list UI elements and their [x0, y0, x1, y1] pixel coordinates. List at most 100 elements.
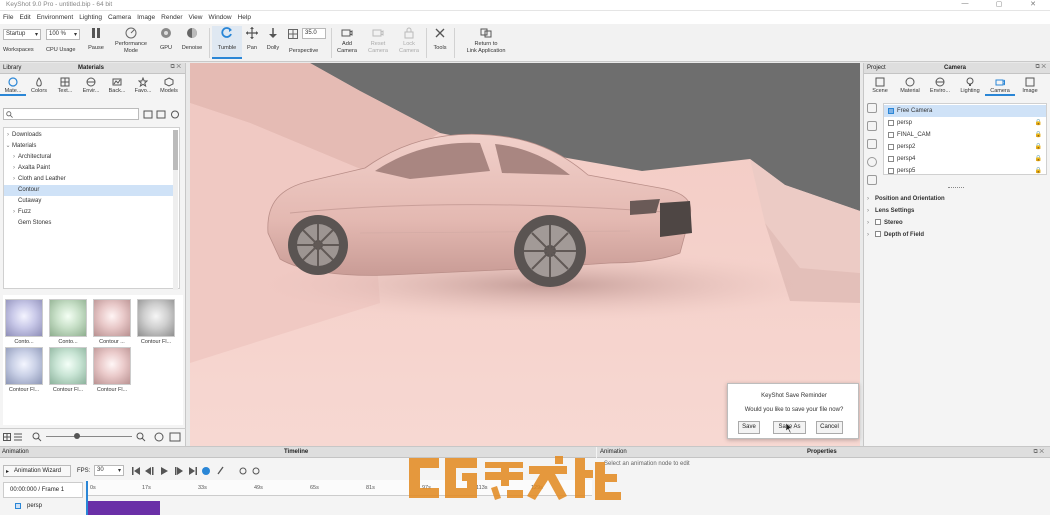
- menu-camera[interactable]: Camera: [108, 14, 131, 21]
- lock-icon[interactable]: 🔒: [1035, 165, 1042, 177]
- denoise-button[interactable]: Denoise: [178, 27, 206, 52]
- animation-track-bar[interactable]: [87, 501, 160, 515]
- tab-lighting[interactable]: Lighting: [955, 77, 985, 94]
- maximize-icon[interactable]: ▢: [992, 0, 1006, 8]
- lock-icon[interactable]: 🔒: [1035, 117, 1042, 129]
- library-tools-icon[interactable]: [154, 432, 182, 442]
- timeline-playhead[interactable]: [86, 481, 88, 515]
- menu-render[interactable]: Render: [161, 14, 182, 21]
- thumbnail-size-slider[interactable]: [46, 436, 132, 437]
- camera-delete-icon[interactable]: [867, 139, 877, 149]
- tab-backplates[interactable]: Back...: [104, 77, 130, 94]
- return-to-link-application-button[interactable]: Return to Link Application: [458, 27, 514, 54]
- camera-checkbox[interactable]: [888, 156, 894, 162]
- panel-float-close-icon[interactable]: ⧉ ✕: [1033, 447, 1044, 458]
- tree-item-downloads[interactable]: › Downloads: [4, 130, 178, 141]
- panel-float-close-icon[interactable]: ⧉ ✕: [170, 64, 181, 71]
- lock-icon[interactable]: 🔒: [1035, 153, 1042, 165]
- camera-duplicate-icon[interactable]: [867, 121, 877, 131]
- material-thumbnail[interactable]: [93, 347, 131, 385]
- zoom-out-icon[interactable]: [32, 432, 42, 442]
- cpu-usage-select[interactable]: 100 % ▾: [46, 29, 80, 40]
- tab-camera[interactable]: Camera: [985, 77, 1015, 96]
- material-thumbnail[interactable]: [5, 299, 43, 337]
- camera-item[interactable]: Free Camera: [884, 105, 1046, 117]
- panel-float-close-icon[interactable]: ⧉ ✕: [1035, 64, 1046, 71]
- tree-item-architectural[interactable]: › Architectural: [4, 152, 178, 163]
- lock-icon[interactable]: 🔒: [1035, 141, 1042, 153]
- camera-checkbox[interactable]: [888, 108, 894, 114]
- tab-models[interactable]: Models: [156, 77, 182, 94]
- tree-item-cloth-and-leather[interactable]: › Cloth and Leather: [4, 174, 178, 185]
- section-position-and-orientation[interactable]: › Position and Orientation: [867, 194, 945, 205]
- menu-file[interactable]: File: [3, 14, 13, 21]
- camera-item[interactable]: persp2 🔒: [884, 141, 1046, 153]
- dolly-button[interactable]: Dolly: [263, 27, 283, 52]
- camera-orbit-icon[interactable]: [867, 157, 877, 167]
- material-thumbnail[interactable]: [137, 299, 175, 337]
- section-stereo[interactable]: › Stereo: [867, 218, 903, 229]
- tab-favorites[interactable]: Favo...: [130, 77, 156, 94]
- add-camera-button[interactable]: Add Camera: [333, 27, 361, 54]
- pan-button[interactable]: Pan: [244, 27, 260, 52]
- splitter-handle[interactable]: [948, 187, 964, 190]
- tree-scrollbar[interactable]: [173, 130, 178, 290]
- tab-materials[interactable]: Mate...: [0, 77, 26, 96]
- animation-track-row[interactable]: persp: [3, 500, 83, 515]
- material-thumbnail[interactable]: [5, 347, 43, 385]
- section-lens-settings[interactable]: › Lens Settings: [867, 206, 914, 217]
- slider-handle[interactable]: [74, 433, 80, 439]
- performance-mode-button[interactable]: Performance Mode: [110, 27, 152, 54]
- material-thumbnail[interactable]: [93, 299, 131, 337]
- tools-button[interactable]: Tools: [429, 27, 451, 52]
- tree-item-axalta-paint[interactable]: › Axalta Paint: [4, 163, 178, 174]
- menu-help[interactable]: Help: [238, 14, 251, 21]
- material-thumbnail[interactable]: [49, 299, 87, 337]
- tree-item-fuzz[interactable]: › Fuzz: [4, 207, 178, 218]
- minimize-icon[interactable]: —: [958, 0, 972, 7]
- cancel-button[interactable]: Cancel: [816, 421, 843, 434]
- camera-checkbox[interactable]: [888, 120, 894, 126]
- menu-lighting[interactable]: Lighting: [79, 14, 102, 21]
- library-view-options-icon[interactable]: [143, 110, 181, 119]
- animation-wizard-button[interactable]: ▸ Animation Wizard: [3, 465, 71, 477]
- reset-camera-button[interactable]: Reset Camera: [364, 27, 392, 54]
- tab-colors[interactable]: Colors: [26, 77, 52, 94]
- tab-environments[interactable]: Envir...: [78, 77, 104, 94]
- grid-view-icon[interactable]: [3, 433, 23, 441]
- section-depth-of-field[interactable]: › Depth of Field: [867, 230, 924, 241]
- tab-material[interactable]: Material: [895, 77, 925, 94]
- fps-select[interactable]: 30 ▾: [94, 465, 124, 476]
- workspace-select[interactable]: Startup ▾: [3, 29, 41, 40]
- camera-checkbox[interactable]: [888, 144, 894, 150]
- tree-item-gem-stones[interactable]: Gem Stones: [4, 218, 178, 229]
- camera-save-icon[interactable]: [867, 175, 877, 185]
- material-thumbnail[interactable]: [49, 347, 87, 385]
- tree-item-contour[interactable]: Contour: [4, 185, 178, 196]
- camera-view-icon[interactable]: [867, 103, 877, 113]
- camera-item[interactable]: persp 🔒: [884, 117, 1046, 129]
- stereo-checkbox[interactable]: [875, 219, 881, 226]
- menu-window[interactable]: Window: [208, 14, 231, 21]
- camera-item[interactable]: FINAL_CAM 🔒: [884, 129, 1046, 141]
- depth-of-field-checkbox[interactable]: [875, 231, 881, 238]
- playback-controls[interactable]: [131, 466, 263, 476]
- close-icon[interactable]: ✕: [1026, 0, 1040, 8]
- tab-scene[interactable]: Scene: [865, 77, 895, 94]
- zoom-in-icon[interactable]: [136, 432, 146, 442]
- tumble-button[interactable]: Tumble: [212, 26, 242, 59]
- lock-icon[interactable]: 🔒: [1035, 129, 1042, 141]
- tab-image[interactable]: Image: [1015, 77, 1045, 94]
- camera-checkbox[interactable]: [888, 168, 894, 174]
- tree-item-materials[interactable]: ⌄Materials: [4, 141, 178, 152]
- tab-environment[interactable]: Enviro...: [925, 77, 955, 94]
- menu-image[interactable]: Image: [137, 14, 155, 21]
- library-search-input[interactable]: [3, 108, 139, 120]
- track-checkbox[interactable]: [15, 503, 21, 509]
- tab-textures[interactable]: Text...: [52, 77, 78, 94]
- camera-item[interactable]: persp4 🔒: [884, 153, 1046, 165]
- save-button[interactable]: Save: [738, 421, 760, 434]
- field-of-view-input[interactable]: 35.0: [302, 28, 326, 39]
- menu-environment[interactable]: Environment: [37, 14, 74, 21]
- menu-view[interactable]: View: [189, 14, 203, 21]
